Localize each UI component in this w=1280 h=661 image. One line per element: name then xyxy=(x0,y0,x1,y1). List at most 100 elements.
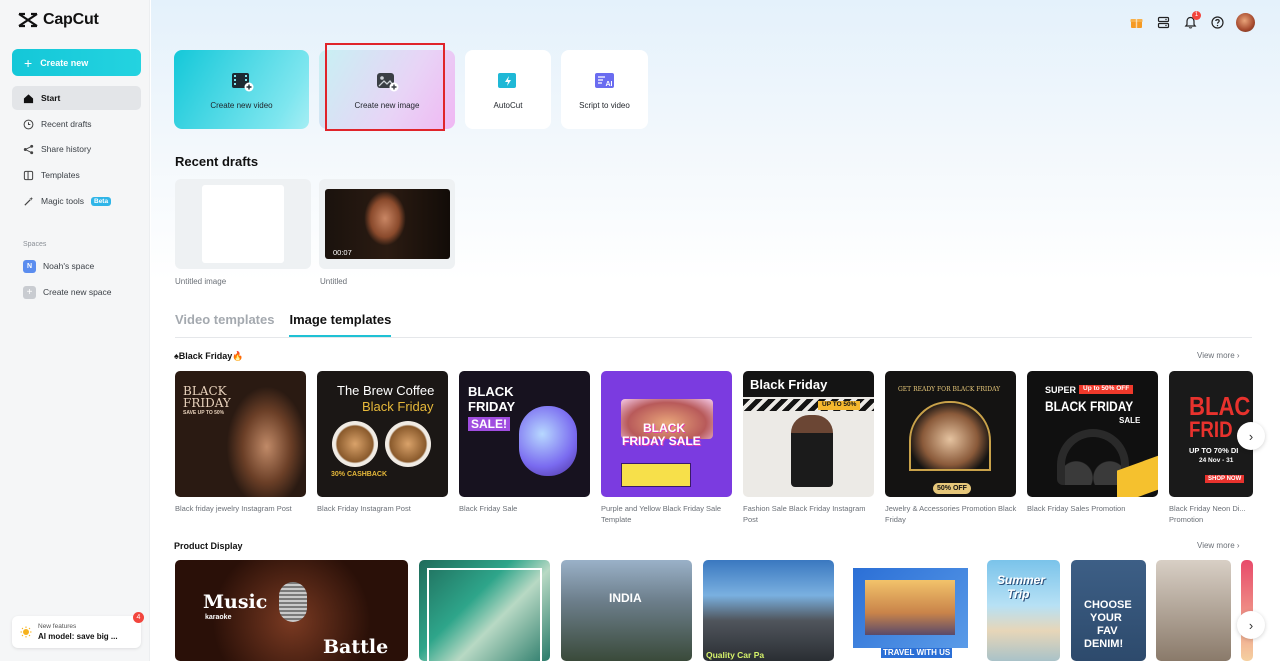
create-new-image-label: Create new image xyxy=(354,100,420,110)
template-text: FAV xyxy=(1097,625,1118,637)
create-new-video-card[interactable]: Create new video xyxy=(174,50,309,129)
tab-image-templates[interactable]: Image templates xyxy=(289,312,392,337)
draft-card-untitled[interactable]: 00:07 xyxy=(319,179,455,269)
template-text: YOUR xyxy=(1090,612,1122,624)
help-icon[interactable] xyxy=(1209,15,1225,31)
app-name: CapCut xyxy=(43,11,99,28)
template-text: FRIDAY SALE xyxy=(622,434,701,448)
template-card[interactable]: Black Friday UP TO 50% xyxy=(743,371,874,497)
draft-card-untitled-image[interactable] xyxy=(175,179,311,269)
draft-label: Untitled xyxy=(320,277,348,286)
template-card[interactable]: BLACK FRIDAY SAVE UP TO 50% xyxy=(175,371,306,497)
gift-icon[interactable] xyxy=(1128,15,1144,31)
template-card[interactable]: INDIA xyxy=(561,560,692,661)
plus-icon: + xyxy=(23,285,36,299)
product-display-view-more[interactable]: View more › xyxy=(1197,541,1240,550)
template-card[interactable]: Music karaoke Battle xyxy=(175,560,408,661)
script-to-video-card[interactable]: AI Script to video xyxy=(561,50,648,129)
new-features-card[interactable]: New features AI model: save big ... 4 xyxy=(12,612,144,648)
notifications-bell-icon[interactable]: 1 xyxy=(1182,10,1201,31)
template-text: INDIA xyxy=(609,591,642,605)
template-caption: Black Friday Sale xyxy=(459,504,518,513)
templates-icon xyxy=(23,170,34,180)
sidebar-item-recent-drafts[interactable]: Recent drafts xyxy=(12,112,141,136)
create-new-label: Create new xyxy=(40,57,89,68)
template-caption: Jewelry & Accessories Promotion Black Fr… xyxy=(885,504,1017,524)
template-card[interactable]: Quality Car Pa xyxy=(703,560,834,661)
template-card[interactable] xyxy=(1156,560,1231,661)
template-text: The Brew Coffee xyxy=(337,383,435,398)
new-features-count-badge: 4 xyxy=(133,612,144,623)
capcut-logo[interactable]: CapCut xyxy=(18,11,99,29)
draft-thumbnail: 00:07 xyxy=(325,189,450,259)
template-card[interactable]: BLACK FRIDAY SALE! xyxy=(459,371,590,497)
draft-thumbnail xyxy=(202,185,284,263)
template-text: BLAC xyxy=(1189,391,1251,421)
sidebar-item-magic-tools[interactable]: Magic tools Beta xyxy=(12,189,141,213)
sidebar-item-share-history[interactable]: Share history xyxy=(12,137,141,161)
template-text: SUPER xyxy=(1045,385,1077,395)
magic-wand-icon xyxy=(24,196,34,206)
storage-icon[interactable] xyxy=(1155,15,1171,31)
script-to-video-label: Script to video xyxy=(579,100,630,110)
black-friday-scroll-right-button[interactable]: › xyxy=(1237,422,1265,450)
template-text: GET READY FOR BLACK FRIDAY xyxy=(898,386,1001,393)
tab-video-templates[interactable]: Video templates xyxy=(175,312,274,337)
template-text: DENIM! xyxy=(1084,638,1124,650)
template-caption: Black Friday Neon Di... Promotion xyxy=(1169,504,1246,524)
template-text: Quality Car Pa xyxy=(706,650,765,660)
script-icon: AI xyxy=(594,72,614,88)
template-card[interactable]: GET READY FOR BLACK FRIDAY 50% OFF xyxy=(885,371,1016,497)
chevron-right-icon: › xyxy=(1248,617,1254,633)
capcut-logo-icon xyxy=(18,12,38,28)
template-card[interactable]: SUPER Up to 50% OFF BLACK FRIDAY SALE xyxy=(1027,371,1158,497)
black-friday-view-more[interactable]: View more › xyxy=(1197,351,1240,360)
template-text: FRIDAY xyxy=(183,396,231,410)
template-text: SALE! xyxy=(468,417,510,431)
template-card[interactable]: Summer Trip xyxy=(987,560,1060,661)
space-item-noah[interactable]: N Noah's space xyxy=(12,254,141,278)
template-text: CHOOSE xyxy=(1084,599,1132,611)
tab-divider xyxy=(175,337,1252,338)
svg-text:AI: AI xyxy=(605,81,612,88)
template-text: Summer xyxy=(997,573,1046,587)
autocut-card[interactable]: AutoCut xyxy=(465,50,551,129)
user-avatar[interactable] xyxy=(1236,13,1255,32)
template-caption: Black Friday Instagram Post xyxy=(317,504,411,513)
template-text: FRIDAY xyxy=(468,399,516,414)
beta-badge: Beta xyxy=(91,196,112,206)
template-text: karaoke xyxy=(205,614,232,621)
home-icon xyxy=(23,93,34,103)
create-space-label: Create new space xyxy=(43,287,112,297)
template-card[interactable]: TRAVEL WITH US xyxy=(845,560,976,661)
black-friday-title: ♠Black Friday🔥 xyxy=(174,351,244,361)
product-display-title: Product Display xyxy=(174,541,243,551)
sidebar-item-start[interactable]: Start xyxy=(12,86,141,110)
sidebar-item-templates[interactable]: Templates xyxy=(12,163,141,187)
template-text: BLACK FRIDAY xyxy=(1045,398,1134,414)
template-caption: Fashion Sale Black Friday Instagram Post xyxy=(743,504,866,524)
draft-label: Untitled image xyxy=(175,277,227,286)
template-card[interactable]: CHOOSE YOUR FAV DENIM! xyxy=(1071,560,1146,661)
autocut-label: AutoCut xyxy=(493,100,523,110)
template-card[interactable]: BLACK FRIDAY SALE xyxy=(601,371,732,497)
share-icon xyxy=(23,144,34,154)
sidebar-item-label: Magic tools xyxy=(41,196,84,206)
template-text: Music xyxy=(203,591,268,613)
template-card[interactable]: The Brew Coffee Black Friday 30% CASHBAC… xyxy=(317,371,448,497)
product-display-scroll-right-button[interactable]: › xyxy=(1237,611,1265,639)
create-new-image-card[interactable]: Create new image xyxy=(319,50,455,129)
create-new-button[interactable]: + Create new xyxy=(12,49,141,76)
chevron-right-icon: › xyxy=(1248,428,1254,444)
sidebar-item-label: Start xyxy=(41,93,61,103)
template-text: BLACK xyxy=(468,384,514,399)
template-text: Up to 50% OFF xyxy=(1079,385,1134,394)
create-new-space-button[interactable]: + Create new space xyxy=(12,280,141,304)
template-text: 30% CASHBACK xyxy=(331,471,388,478)
clock-icon xyxy=(23,119,34,129)
template-text: 24 Nov - 31 xyxy=(1199,457,1234,464)
spaces-heading: Spaces xyxy=(23,241,47,248)
template-card[interactable] xyxy=(419,560,550,661)
template-text: TRAVEL WITH US xyxy=(881,648,953,658)
template-text: SALE xyxy=(1119,416,1141,425)
